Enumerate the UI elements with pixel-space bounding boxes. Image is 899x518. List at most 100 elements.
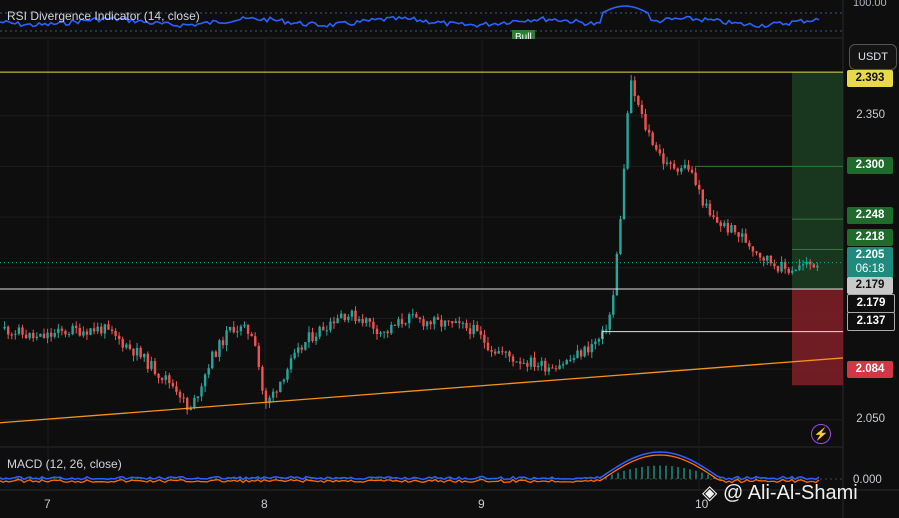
candle-body	[465, 322, 468, 329]
candle-body	[236, 331, 239, 333]
candle-body	[150, 361, 153, 369]
candle-body	[325, 330, 329, 332]
lightning-icon[interactable]: ⚡	[811, 424, 831, 444]
candle-body	[332, 321, 336, 324]
candle-body	[622, 168, 626, 220]
price-tag: 2.179	[847, 294, 895, 313]
candle-body	[483, 334, 486, 343]
time-axis-tick-label: 8	[261, 497, 268, 511]
candle-body	[3, 326, 6, 329]
candle-body	[766, 255, 769, 261]
candle-body	[42, 333, 46, 339]
candle-body	[171, 383, 175, 387]
candle-body	[407, 314, 411, 324]
candle-body	[314, 336, 318, 341]
candle-body	[49, 332, 53, 337]
rsi-indicator-title: RSI Divergence Indicator (14, close)	[7, 9, 200, 23]
candle-body	[254, 336, 257, 346]
candle-body	[508, 351, 511, 357]
candle-body	[762, 257, 765, 261]
candle-body	[121, 339, 124, 348]
candle-body	[160, 377, 164, 380]
candle-body	[271, 391, 275, 398]
candle-body	[812, 264, 815, 268]
candle-body	[300, 347, 303, 350]
currency-button[interactable]: USDT	[849, 44, 897, 70]
drawing-lines[interactable]	[0, 71, 844, 424]
candle-body	[92, 328, 96, 332]
candle-body	[125, 344, 128, 348]
candle-body	[662, 153, 665, 164]
candle-body	[730, 225, 733, 233]
candle-body	[218, 340, 221, 357]
candle-body	[655, 144, 658, 150]
candle-body	[665, 162, 669, 164]
candle-body	[816, 265, 819, 268]
candle-body	[529, 357, 533, 367]
candle-body	[243, 324, 246, 327]
price-tag: 2.248	[847, 207, 893, 224]
candle-body	[755, 251, 758, 253]
candle-body	[791, 270, 794, 273]
candle-body	[393, 324, 397, 326]
candle-body	[569, 359, 572, 361]
candle-body	[211, 351, 214, 369]
candle-body	[443, 320, 447, 327]
candle-body	[178, 391, 182, 398]
candles	[3, 74, 819, 415]
price-chart[interactable]	[0, 0, 899, 518]
rsi-bull-badge: Bull	[512, 30, 535, 39]
candle-body	[493, 351, 497, 354]
candle-body	[418, 317, 422, 320]
candle-countdown: 06:18	[855, 263, 885, 275]
position-zones	[792, 72, 843, 386]
candle-body	[454, 321, 457, 324]
candle-body	[246, 324, 250, 334]
time-axis-tick-label: 9	[478, 497, 485, 511]
candle-body	[440, 319, 443, 327]
candle-body	[450, 321, 454, 324]
candle-body	[594, 341, 597, 345]
candle-body	[329, 321, 332, 331]
candle-body	[232, 326, 235, 333]
candle-body	[690, 169, 694, 173]
candle-body	[479, 331, 483, 335]
price-axis-tick-label: 2.050	[856, 412, 885, 425]
candle-body	[343, 313, 346, 321]
price-axis-tick-label: 2.350	[856, 108, 885, 121]
candle-body	[565, 360, 568, 365]
candle-body	[354, 310, 357, 322]
candle-body	[554, 368, 558, 370]
candle-body	[221, 340, 225, 346]
candle-body	[436, 317, 440, 320]
candle-body	[579, 350, 583, 357]
candle-body	[669, 162, 672, 164]
candle-body	[96, 326, 99, 332]
candle-body	[497, 351, 500, 354]
candle-body	[461, 322, 465, 324]
candle-body	[139, 347, 142, 358]
price-tag: 2.393	[847, 70, 893, 87]
candle-body	[805, 261, 808, 265]
candle-body	[203, 374, 207, 387]
candle-body	[422, 319, 425, 327]
candle-body	[311, 332, 314, 341]
candle-body	[228, 326, 232, 331]
candle-body	[712, 215, 715, 218]
candle-body	[282, 379, 286, 382]
price-tag: 2.137	[847, 312, 895, 331]
candle-body	[640, 104, 644, 115]
candle-body	[501, 351, 504, 353]
price-tag: 2.179	[847, 277, 893, 294]
candle-body	[182, 397, 185, 399]
candle-body	[544, 360, 547, 372]
candle-body	[433, 317, 436, 325]
candle-body	[587, 346, 590, 353]
candle-body	[737, 232, 740, 237]
candle-body	[261, 367, 264, 391]
watermark-text: @ Ali-Al-Shami	[722, 482, 858, 504]
candle-body	[322, 326, 325, 331]
candle-body	[386, 331, 389, 334]
candle-body	[24, 334, 28, 339]
candle-body	[225, 330, 228, 346]
